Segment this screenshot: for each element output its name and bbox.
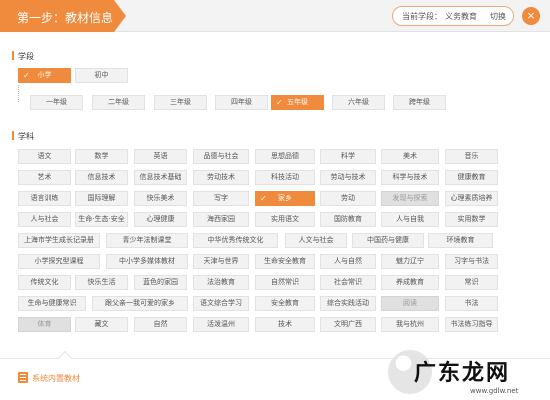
- subject-option[interactable]: 艺术: [18, 170, 71, 185]
- grade-option[interactable]: 二年级: [92, 95, 145, 110]
- subject-option[interactable]: 法治教育: [193, 275, 249, 290]
- subject-option[interactable]: 劳动: [320, 191, 376, 206]
- subject-option[interactable]: 数学: [75, 149, 128, 164]
- subject-option[interactable]: 综合实践活动: [320, 296, 376, 311]
- subject-option[interactable]: 实用数学: [445, 212, 498, 227]
- subject-option[interactable]: 小学探究型课程: [18, 254, 100, 269]
- subject-option[interactable]: 社会常识: [320, 275, 376, 290]
- subject-option[interactable]: 中华优秀传统文化: [193, 233, 278, 248]
- watermark-text: 广东龙网: [414, 361, 511, 386]
- subject-option[interactable]: 自然常识: [255, 275, 315, 290]
- subject-option[interactable]: 天津与世界: [193, 254, 249, 269]
- grade-option[interactable]: 四年级: [215, 95, 268, 110]
- subject-option[interactable]: 中国药与健康: [352, 233, 424, 248]
- subject-option[interactable]: 青少年法制课堂: [106, 233, 188, 248]
- subject-option[interactable]: 自然: [134, 317, 187, 332]
- subject-option[interactable]: 实用语文: [255, 212, 315, 227]
- subject-option[interactable]: 国防教育: [320, 212, 376, 227]
- stage-connector-line: [18, 85, 19, 102]
- subject-option[interactable]: 健康教育: [445, 170, 498, 185]
- subject-option[interactable]: 品德与社会: [193, 149, 249, 164]
- subject-option[interactable]: 技术: [255, 317, 315, 332]
- step-title: 第一步：教材信息: [17, 11, 114, 25]
- subject-option[interactable]: 语文: [18, 149, 71, 164]
- grade-option[interactable]: 跨年级: [393, 95, 446, 110]
- watermark-url: www.gdlw.net: [470, 387, 519, 395]
- grade-option[interactable]: 六年级: [332, 95, 385, 110]
- subject-option[interactable]: 阅读: [381, 296, 439, 311]
- dialog-header: 第一步：教材信息 当前学段： 义务教育 切换 ×: [0, 0, 550, 32]
- subject-option[interactable]: 人与社会: [18, 212, 71, 227]
- subject-option[interactable]: 生命安全教育: [255, 254, 315, 269]
- subject-option[interactable]: 书法: [445, 296, 498, 311]
- subject-option[interactable]: 人与自我: [381, 212, 439, 227]
- subject-option[interactable]: 思想品德: [255, 149, 315, 164]
- subject-option[interactable]: 国际理解: [75, 191, 128, 206]
- subject-option[interactable]: 劳动技术: [193, 170, 249, 185]
- stage-section-marker: [12, 51, 14, 60]
- subject-option[interactable]: 安全教育: [255, 296, 315, 311]
- stage-option[interactable]: 初中: [75, 68, 128, 83]
- subject-option[interactable]: 发现与探索: [381, 191, 439, 206]
- subject-option[interactable]: 信息技术: [75, 170, 128, 185]
- subject-option[interactable]: 魅力辽宁: [381, 254, 439, 269]
- book-icon: [18, 372, 28, 383]
- current-stage-pill: 当前学段： 义务教育 切换: [392, 6, 514, 26]
- subject-option[interactable]: 信息技术基础: [134, 170, 187, 185]
- subject-option[interactable]: 人文与社会: [285, 233, 347, 248]
- subject-option[interactable]: 环境教育: [428, 233, 493, 248]
- subject-option[interactable]: 藏文: [75, 317, 128, 332]
- subject-option[interactable]: 快乐生活: [75, 275, 128, 290]
- current-stage-label: 当前学段：: [402, 11, 442, 21]
- subject-option[interactable]: 生命·生态·安全: [75, 212, 128, 227]
- subject-option[interactable]: 活泼温州: [193, 317, 249, 332]
- subject-option[interactable]: 传统文化: [18, 275, 71, 290]
- current-stage-value: 义务教育: [445, 11, 477, 21]
- stage-section-title: 学段: [18, 52, 34, 61]
- subject-section-marker: [12, 131, 14, 140]
- subject-option[interactable]: 海西家园: [193, 212, 249, 227]
- subject-option[interactable]: 书法练习指导: [445, 317, 498, 332]
- subject-option[interactable]: 写字: [193, 191, 249, 206]
- subject-option[interactable]: 体育: [18, 317, 71, 332]
- stage-option[interactable]: 小学: [18, 68, 71, 83]
- subject-option[interactable]: 劳动与技术: [320, 170, 376, 185]
- subject-option[interactable]: 常识: [445, 275, 498, 290]
- subject-option[interactable]: 家乡: [255, 191, 315, 206]
- subject-option[interactable]: 心理健康: [134, 212, 187, 227]
- subject-option[interactable]: 科学: [320, 149, 376, 164]
- subject-option[interactable]: 美术: [381, 149, 439, 164]
- subject-option[interactable]: 音乐: [445, 149, 498, 164]
- subject-section-title: 学科: [18, 132, 34, 141]
- subject-option[interactable]: 科学与技术: [381, 170, 439, 185]
- subject-option[interactable]: 文明广西: [320, 317, 376, 332]
- subject-option[interactable]: 上海市学生成长记录册: [18, 233, 100, 248]
- subject-option[interactable]: 语言训练: [18, 191, 71, 206]
- subject-option[interactable]: 中小学多媒体教材: [106, 254, 188, 269]
- subject-option[interactable]: 生命与健康常识: [18, 296, 86, 311]
- subject-option[interactable]: 快乐美术: [134, 191, 187, 206]
- grade-option[interactable]: 三年级: [154, 95, 207, 110]
- subject-option[interactable]: 人与自然: [320, 254, 376, 269]
- switch-stage-button[interactable]: 切换: [490, 11, 506, 22]
- close-icon[interactable]: ×: [522, 7, 540, 25]
- subject-option[interactable]: 跟父亲一我可爱的家乡: [92, 296, 188, 311]
- subject-option[interactable]: 蓝色的家园: [134, 275, 187, 290]
- subject-option[interactable]: 科技活动: [255, 170, 315, 185]
- builtin-textbooks-tab[interactable]: 系统内置教材: [32, 373, 80, 384]
- subject-option[interactable]: 习字与书法: [445, 254, 498, 269]
- subject-option[interactable]: 英语: [134, 149, 187, 164]
- subject-option[interactable]: 语文综合学习: [193, 296, 249, 311]
- subject-option[interactable]: 心理素质培养: [445, 191, 498, 206]
- subject-option[interactable]: 我与杭州: [381, 317, 439, 332]
- grade-option[interactable]: 一年级: [30, 95, 83, 110]
- subject-option[interactable]: 养成教育: [381, 275, 439, 290]
- grade-option[interactable]: 五年级: [271, 95, 324, 110]
